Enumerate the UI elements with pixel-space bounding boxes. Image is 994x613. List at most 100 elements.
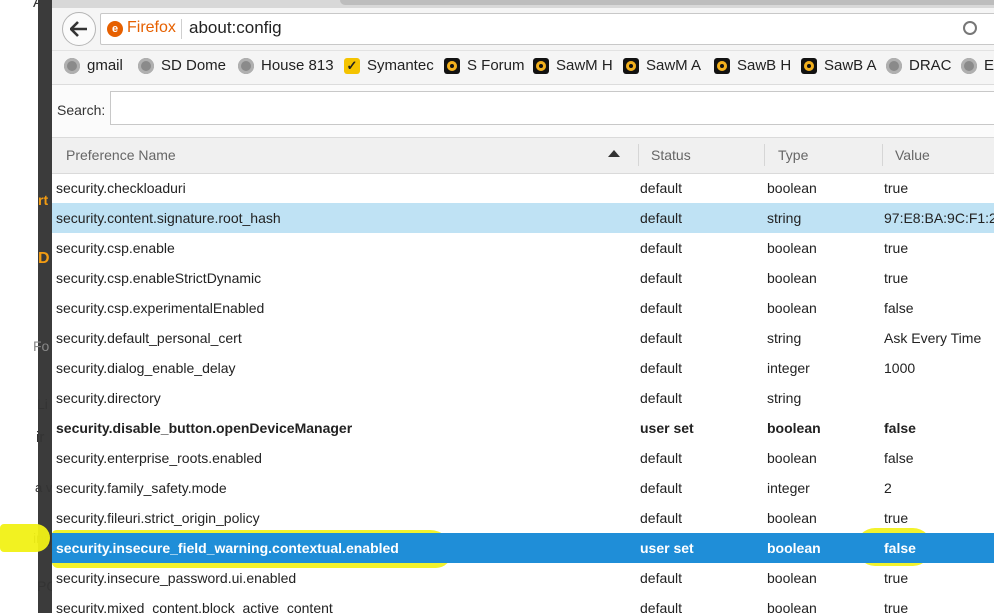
check-badge-icon: ✓ [344,57,360,74]
status-cell: default [640,360,683,376]
type-cell: boolean [767,600,817,613]
bookmark-e[interactable]: E [961,57,994,74]
bookmarks-toolbar: gmail SD Dome House 813 ✓ Symantec S Foru… [52,51,994,85]
search-input[interactable] [110,91,994,125]
sort-ascending-icon[interactable] [608,150,620,157]
table-row[interactable]: security.family_safety.mode default intege… [52,473,994,503]
status-cell: default [640,510,683,526]
type-cell: string [767,390,802,406]
table-row[interactable]: security.dialog_enable_delay default integ… [52,353,994,383]
preference-name-cell: security.csp.enableStrictDynamic [56,270,262,286]
table-row[interactable]: security.csp.enable default boolean true [52,233,994,263]
status-cell: default [640,300,683,316]
bookmark-sd-dome[interactable]: SD Dome [138,57,226,74]
type-cell: boolean [767,270,817,286]
type-cell: boolean [767,420,821,436]
column-divider[interactable] [638,144,639,166]
ring-icon [801,57,817,74]
table-row[interactable]: security.insecure_field_warning.contextu… [52,533,994,563]
table-row[interactable]: security.content.signature.root_hash defa… [52,203,994,233]
ring-icon [623,57,639,74]
search-icon[interactable] [963,21,977,35]
status-cell: default [640,240,683,256]
column-header-status[interactable]: Status [651,147,691,163]
navigation-toolbar: e Firefox about:config [52,8,994,51]
table-row[interactable]: security.directory default string [52,383,994,413]
url-text[interactable]: about:config [189,18,282,38]
status-cell: default [640,330,683,346]
column-divider[interactable] [764,144,765,166]
table-header: Preference Name Status Type Value [52,137,994,174]
firefox-logo-icon: e [107,21,123,37]
table-row[interactable]: security.checkloaduri default boolean true [52,173,994,203]
background-window-panel [38,0,52,613]
value-cell: false [884,300,914,316]
table-row[interactable]: security.disable_button.openDeviceManage… [52,413,994,443]
globe-icon [238,57,254,74]
table-row[interactable]: security.enterprise_roots.enabled default… [52,443,994,473]
status-cell: user set [640,540,694,556]
value-cell: false [884,540,916,556]
value-cell: false [884,450,914,466]
bookmark-drac[interactable]: DRAC [886,57,952,74]
preference-name-cell: security.content.signature.root_hash [56,210,281,226]
preference-name-cell: security.insecure_password.ui.enabled [56,570,297,586]
bookmark-symantec[interactable]: ✓ Symantec [344,57,434,74]
preference-name-cell: security.dialog_enable_delay [56,360,236,376]
bookmark-sawb-a[interactable]: SawB A [801,57,877,74]
type-cell: boolean [767,540,821,556]
value-cell: true [884,510,909,526]
browser-tab[interactable] [340,0,994,5]
table-row[interactable]: security.default_personal_cert default str… [52,323,994,353]
preference-name-cell: security.disable_button.openDeviceManage… [56,420,353,436]
status-cell: user set [640,420,694,436]
bookmark-sawm-h[interactable]: SawM H [533,57,613,74]
status-cell: default [640,600,683,613]
status-cell: default [640,270,683,286]
globe-icon [64,57,80,74]
url-bar[interactable]: e Firefox about:config [100,13,994,45]
bookmark-gmail[interactable]: gmail [64,57,123,74]
preference-name-cell: security.fileuri.strict_origin_policy [56,510,260,526]
title-bar [52,0,994,8]
preference-name-cell: security.enterprise_roots.enabled [56,450,262,466]
preference-name-cell: security.checkloaduri [56,180,186,196]
type-cell: boolean [767,510,817,526]
globe-icon [138,57,154,74]
column-header-type[interactable]: Type [778,147,808,163]
type-cell: integer [767,480,810,496]
table-row[interactable]: security.csp.experimentalEnabled default b… [52,293,994,323]
column-header-preference-name[interactable]: Preference Name [66,147,176,163]
status-cell: default [640,480,683,496]
highlighter-mark [0,524,50,552]
table-row[interactable]: security.csp.enableStrictDynamic default b… [52,263,994,293]
value-cell: 2 [884,480,892,496]
type-cell: boolean [767,450,817,466]
column-divider[interactable] [882,144,883,166]
background-text: Li [37,396,48,412]
bookmark-sawm-a[interactable]: SawM A [623,57,701,74]
ring-icon [533,57,549,74]
table-row[interactable]: security.fileuri.strict_origin_policy def… [52,503,994,533]
type-cell: boolean [767,300,817,316]
background-text: ir [36,429,45,446]
ring-icon [714,57,730,74]
globe-icon [961,57,977,74]
search-label: Search: [57,102,106,118]
firefox-window: e Firefox about:config gmail SD Dome Hou… [52,0,994,613]
ring-icon [444,57,460,74]
type-cell: string [767,210,802,226]
back-button[interactable] [62,12,96,46]
preference-name-cell: security.directory [56,390,161,406]
bookmark-s-forum[interactable]: S Forum [444,57,525,74]
value-cell: true [884,180,909,196]
column-header-value[interactable]: Value [895,147,930,163]
preference-name-cell: security.mixed_content.block_active_cont… [56,600,333,613]
globe-icon [886,57,902,74]
background-text: D [38,250,50,267]
identity-label: Firefox [127,19,176,36]
bookmark-house-813[interactable]: House 813 [238,57,334,74]
bookmark-sawb-h[interactable]: SawB H [714,57,791,74]
table-row[interactable]: security.mixed_content.block_active_cont… [52,593,994,613]
background-text: Fo [33,338,50,354]
